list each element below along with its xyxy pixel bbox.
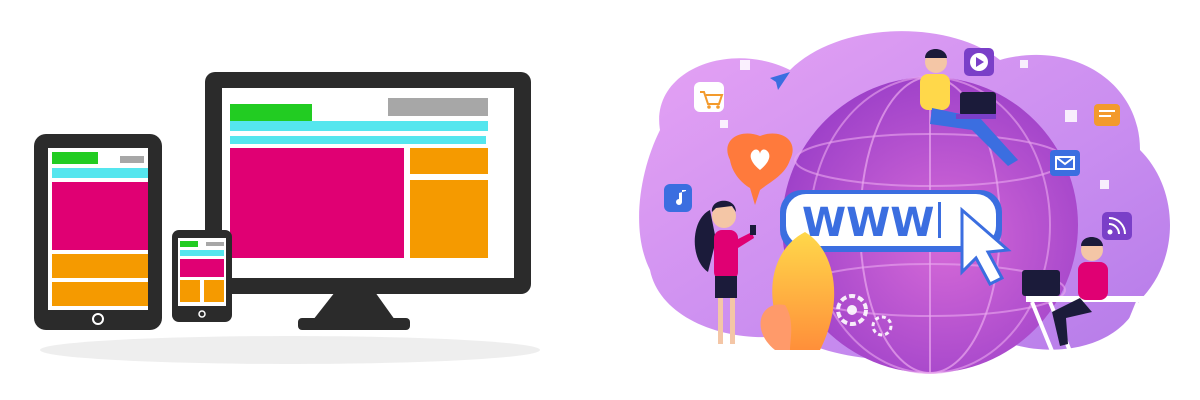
text-caret bbox=[938, 202, 941, 238]
monitor-side-block-1 bbox=[410, 148, 488, 174]
phone-header-block bbox=[180, 241, 198, 247]
monitor-main-content bbox=[230, 148, 404, 258]
tablet-menu-bar bbox=[52, 168, 148, 178]
tablet-header-block bbox=[52, 152, 98, 164]
responsive-devices-illustration bbox=[0, 0, 560, 400]
video-play-icon bbox=[964, 48, 994, 76]
decor-square bbox=[720, 120, 728, 128]
tablet-main-content bbox=[52, 182, 148, 250]
mail-icon bbox=[1050, 150, 1080, 176]
tablet-nav-block bbox=[120, 156, 144, 163]
phone-menu-bar bbox=[180, 250, 224, 256]
devices-svg bbox=[34, 72, 540, 364]
tablet-block-1 bbox=[52, 254, 148, 278]
floor-shadow bbox=[40, 336, 540, 364]
monitor-nav-block bbox=[388, 98, 488, 116]
phone-block-2 bbox=[204, 280, 224, 302]
phone-nav-block bbox=[206, 242, 224, 246]
monitor-stand bbox=[313, 292, 395, 320]
phone-block-1 bbox=[180, 280, 200, 302]
phone bbox=[172, 230, 232, 322]
decor-square bbox=[1065, 110, 1077, 122]
desktop-monitor bbox=[205, 72, 531, 330]
cart-icon bbox=[694, 82, 724, 112]
tablet-block-2 bbox=[52, 282, 148, 306]
monitor-submenu-bar bbox=[230, 136, 486, 144]
tablet bbox=[34, 134, 162, 330]
www-globe-illustration: WWW bbox=[620, 0, 1200, 400]
www-label: WWW bbox=[802, 200, 934, 246]
illustration-stage: WWW bbox=[0, 0, 1200, 400]
decor-square bbox=[1100, 180, 1109, 189]
monitor-side-block-2 bbox=[410, 180, 488, 258]
decor-square bbox=[740, 60, 750, 70]
decor-square bbox=[1020, 60, 1028, 68]
phone-main-content bbox=[180, 259, 224, 277]
monitor-base bbox=[298, 318, 410, 330]
music-note-icon bbox=[664, 184, 692, 212]
globe-svg: WWW bbox=[639, 31, 1170, 374]
chat-icon bbox=[1094, 104, 1120, 126]
monitor-menu-bar bbox=[230, 121, 488, 131]
rss-icon bbox=[1102, 212, 1132, 240]
